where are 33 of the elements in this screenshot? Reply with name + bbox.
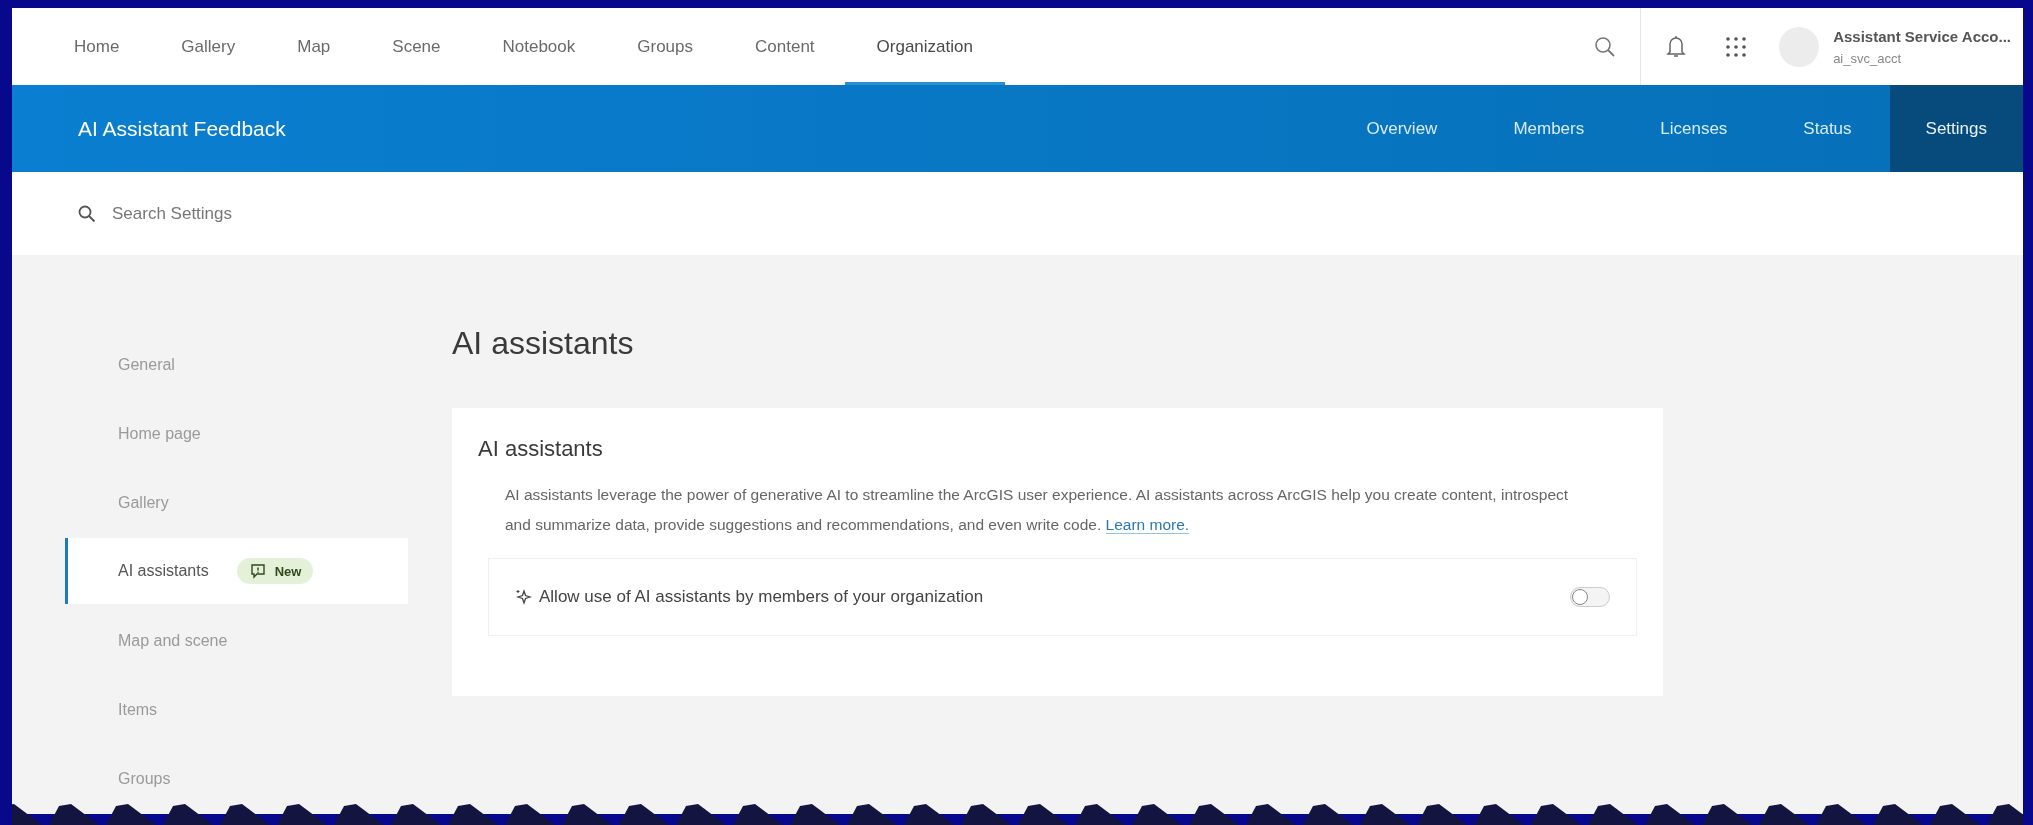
sidebar-item[interactable]: General xyxy=(65,330,408,399)
new-badge: New xyxy=(236,558,314,584)
learn-more-link[interactable]: Learn more. xyxy=(1105,516,1190,534)
search-icon xyxy=(78,204,96,223)
search-field[interactable]: Search Settings xyxy=(110,202,414,225)
nav-link[interactable]: Notebook xyxy=(502,8,576,85)
sidebar-item[interactable]: AI assistants New xyxy=(65,538,408,604)
setting-label: Allow use of AI assistants by members of your organization xyxy=(515,587,1570,607)
org-tab[interactable]: Settings xyxy=(1889,85,2023,172)
nav-link[interactable]: Content xyxy=(755,8,815,85)
card-title: AI assistants xyxy=(478,436,604,462)
org-tab[interactable]: Licenses xyxy=(1622,85,1766,172)
description-paragraph: AI assistants leverage the power of generative AI to streamline the ArcGIS user experience. AI assistants across ArcGIS help you create content, introspect and summarize data, provide suggestions and recommendations, and even write code. Learn more. xyxy=(505,485,1570,536)
user-username: ai_svc_acct xyxy=(1833,50,1903,66)
org-tab[interactable]: Overview xyxy=(1328,85,1476,172)
sparkle-icon xyxy=(515,588,533,606)
nav-link[interactable]: Scene xyxy=(392,8,441,85)
organization-title: AI Assistant Feedback xyxy=(78,116,286,141)
speech-bubble-icon xyxy=(248,562,267,580)
nav-link[interactable]: Home xyxy=(74,8,120,85)
toggle-switch[interactable] xyxy=(1570,587,1610,607)
org-tab[interactable]: Status xyxy=(1765,85,1890,172)
nav-link[interactable]: Groups xyxy=(637,8,694,85)
page-heading: AI assistants xyxy=(452,324,635,363)
user-name: Assistant Service Acco... xyxy=(1833,27,2011,45)
sidebar-item[interactable]: Items xyxy=(65,675,408,744)
sidebar-item[interactable]: Groups xyxy=(65,744,408,813)
sidebar-item[interactable]: Home page xyxy=(65,399,408,468)
nav-link[interactable]: Gallery xyxy=(181,8,236,85)
org-tab[interactable]: Members xyxy=(1475,85,1623,172)
sidebar-item[interactable]: Gallery xyxy=(65,468,408,537)
nav-link[interactable]: Map xyxy=(297,8,331,85)
sidebar-item[interactable]: Map and scene xyxy=(65,606,408,675)
